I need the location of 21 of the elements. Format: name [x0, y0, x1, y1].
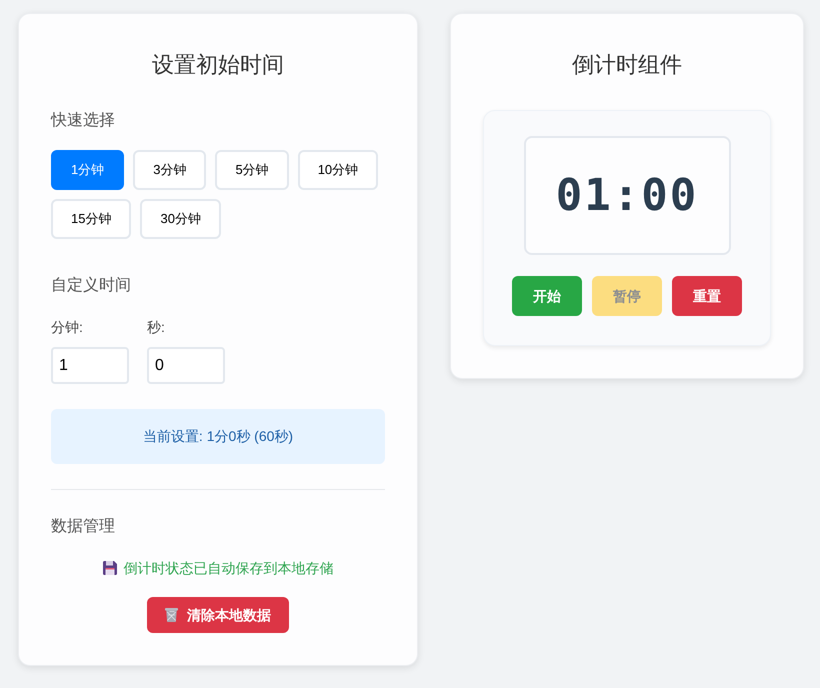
minutes-input[interactable]: 1 [51, 347, 129, 384]
panel-title: 倒计时组件 [571, 51, 683, 79]
quick-select-option[interactable]: 10分钟 [298, 150, 378, 190]
timer-display: 01:00 [524, 136, 730, 255]
quick-select-option[interactable]: 30分钟 [140, 199, 221, 239]
wastebasket-icon [165, 608, 178, 622]
quick-select-option[interactable]: 1分钟 [51, 150, 124, 190]
section-label: 自定义时间 [51, 276, 132, 296]
seconds-label: 秒: [147, 318, 166, 337]
clear-data-button[interactable]: 清除本地数据 [147, 597, 289, 633]
minutes-label: 分钟: [51, 318, 84, 337]
section-label: 快速选择 [51, 110, 116, 131]
quick-select-option[interactable]: 3分钟 [133, 150, 206, 190]
quick-select-option[interactable]: 5分钟 [215, 150, 289, 190]
quick-select-option[interactable]: 15分钟 [51, 199, 132, 239]
section-label: 数据管理 [51, 517, 116, 537]
reset-button[interactable]: 重置 [672, 276, 742, 316]
autosave-status-text: 倒计时状态已自动保存到本地存储 [124, 559, 334, 578]
seconds-input[interactable]: 0 [147, 347, 225, 384]
panel-title: 设置初始时间 [151, 51, 285, 79]
current-setting-banner: 当前设置: 1分0秒 (60秒) [51, 409, 385, 464]
